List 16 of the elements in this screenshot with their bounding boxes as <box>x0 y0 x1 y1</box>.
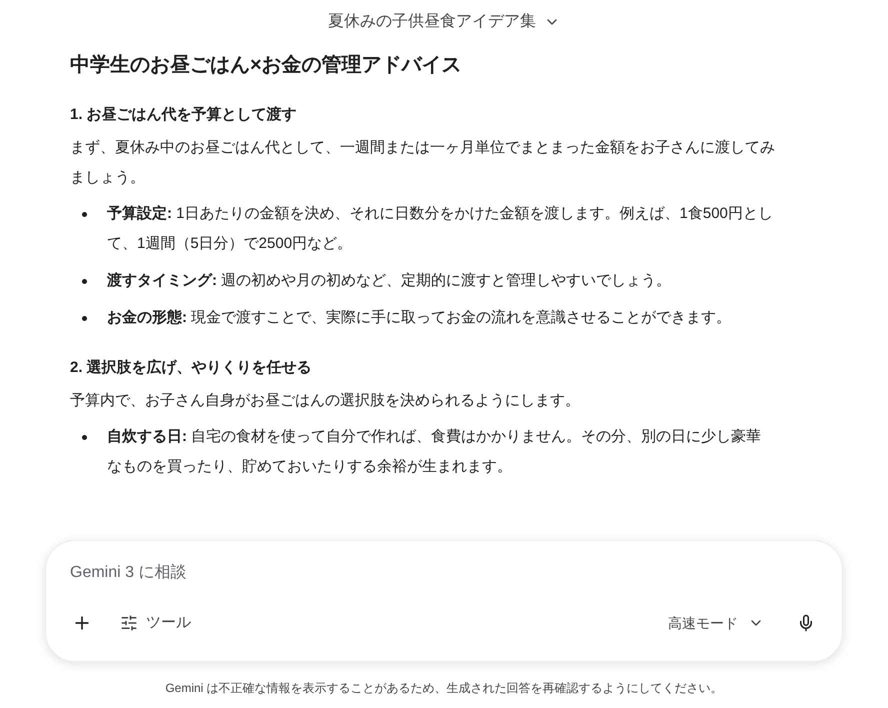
mode-dropdown[interactable]: 高速モード <box>668 612 764 634</box>
sliders-icon <box>120 614 138 632</box>
bullet-text: 予算設定: 1日あたりの金額を決め、それに日数分をかけた金額を渡します。例えば、1食500円として、1週間（5日分）で2500円など。 <box>106 204 774 254</box>
microphone-icon <box>797 614 815 632</box>
bullet-text: 自炊する日: 自宅の食材を使って自分で作れば、食費はかかりません。その分、別の日に少し豪華なものを買ったり、貯めておいたりする余裕が生まれます。 <box>106 427 762 477</box>
disclaimer-text: Gemini は不正確な情報を表示することがあるため、生成された回答を再確認するようにしてください。 <box>165 680 723 696</box>
bullet-text: お金の形態: 現金で渡すことで、実際に手に取ってお金の流れを意識させることができます。 <box>106 308 732 328</box>
tools-button[interactable]: ツール <box>120 612 191 634</box>
section-heading: 1. お昼ごはん代を予算として渡す <box>70 105 298 125</box>
bullet-text: 渡すタイミング: 週の初めや月の初めなど、定期的に渡すと管理しやすいでしょう。 <box>106 271 672 291</box>
conversation-title: 夏休みの子供昼食アイデア集 <box>328 12 536 32</box>
response-heading: 中学生のお昼ごはん×お金の管理アドバイス <box>70 53 463 78</box>
prompt-input[interactable]: Gemini 3 に相談 <box>70 561 818 585</box>
section-heading: 2. 選択肢を広げ、やりくりを任せる <box>70 358 313 378</box>
section-paragraph: まず、夏休み中のお昼ごはん代として、一週間または一ヶ月単位でまとまった金額をお子さんに渡してみましょう。 <box>70 138 776 188</box>
section-paragraph: 予算内で、お子さん自身がお昼ごはんの選択肢を決められるようにします。 <box>70 391 581 411</box>
